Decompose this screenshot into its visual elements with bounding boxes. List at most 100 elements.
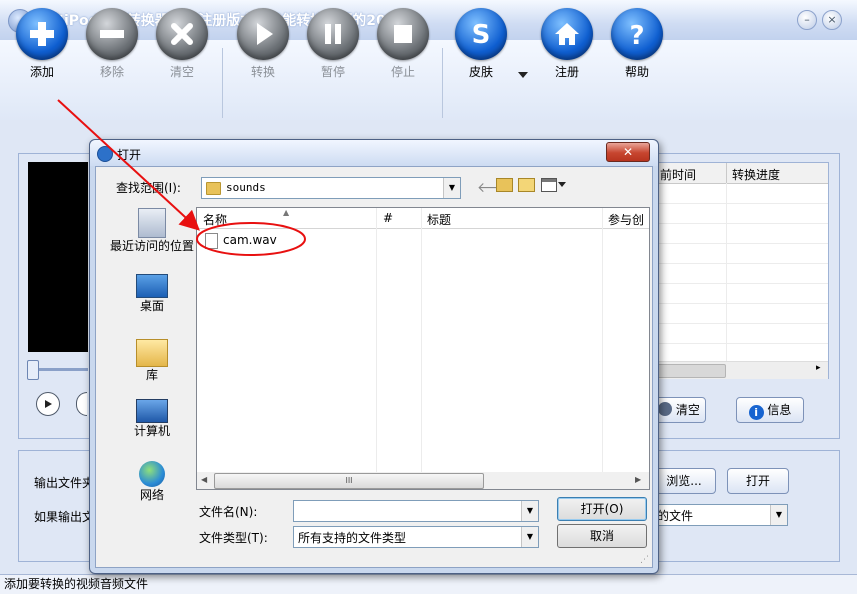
browse-button[interactable]: 浏览... bbox=[652, 468, 716, 494]
places-bar: 最近访问的位置 桌面 库 计算机 网络 bbox=[102, 199, 202, 502]
filetype-label: 文件类型(T): bbox=[199, 531, 268, 545]
close-window-button[interactable]: × bbox=[822, 10, 842, 30]
dropdown-arrow-icon[interactable]: ▼ bbox=[521, 527, 538, 547]
plus-icon bbox=[16, 8, 68, 60]
scroll-right-arrow-icon[interactable]: ▶ bbox=[635, 475, 641, 484]
skin-dropdown-arrow-icon[interactable] bbox=[518, 72, 528, 78]
dialog-title: 打开 bbox=[117, 148, 142, 162]
lookin-value: sounds bbox=[226, 181, 266, 194]
place-network-label: 网络 bbox=[139, 488, 164, 502]
row-divider bbox=[656, 283, 828, 284]
dialog-cancel-button[interactable]: 取消 bbox=[557, 524, 647, 548]
column-header-track[interactable]: # bbox=[383, 211, 393, 225]
dialog-close-button[interactable]: ✕ bbox=[606, 142, 650, 162]
column-header-progress[interactable]: 转换进度 bbox=[732, 166, 780, 183]
dropdown-arrow-icon[interactable]: ▼ bbox=[770, 505, 787, 525]
info-button[interactable]: i 信息 bbox=[736, 397, 804, 423]
scrollbar-thumb[interactable]: III bbox=[214, 473, 484, 489]
add-button[interactable]: 添加 bbox=[7, 8, 77, 80]
filename-input[interactable]: ▼ bbox=[293, 500, 539, 522]
file-exists-label: 如果输出文 bbox=[34, 510, 95, 524]
scrollbar-thumb[interactable] bbox=[656, 364, 726, 378]
row-divider bbox=[656, 243, 828, 244]
resize-grip-icon[interactable]: ⋰ bbox=[640, 555, 649, 565]
place-desktop-label: 桌面 bbox=[139, 299, 164, 313]
column-header-title[interactable]: 标题 bbox=[427, 211, 451, 228]
info-icon: i bbox=[748, 405, 764, 420]
view-dropdown-arrow-icon[interactable] bbox=[558, 182, 566, 187]
column-header-name[interactable]: 名称 bbox=[203, 211, 227, 228]
place-libraries[interactable]: 库 bbox=[102, 339, 202, 382]
row-divider bbox=[656, 303, 828, 304]
list-clear-label: 清空 bbox=[675, 403, 700, 417]
up-folder-icon[interactable] bbox=[496, 178, 513, 192]
column-divider bbox=[421, 208, 422, 472]
play-icon bbox=[45, 400, 52, 408]
file-queue-table[interactable]: 前时间 转换进度 ▸ bbox=[655, 162, 829, 379]
file-exists-select[interactable]: 的文件 ▼ bbox=[652, 504, 788, 526]
file-name: cam.wav bbox=[223, 233, 277, 247]
dropdown-arrow-icon[interactable]: ▼ bbox=[521, 501, 538, 521]
skin-s-icon: S bbox=[455, 8, 507, 60]
stop-button[interactable]: 停止 bbox=[368, 8, 438, 80]
dialog-open-button[interactable]: 打开(O) bbox=[557, 497, 647, 521]
dropdown-arrow-icon[interactable]: ▼ bbox=[443, 178, 460, 198]
clear-button[interactable]: 清空 bbox=[147, 8, 217, 80]
lookin-label: 查找范围(I): bbox=[116, 181, 181, 195]
register-button[interactable]: 注册 bbox=[532, 8, 602, 80]
clear-circle-icon bbox=[658, 402, 673, 416]
minimize-button[interactable]: – bbox=[797, 10, 817, 30]
skin-label: 皮肤 bbox=[468, 65, 493, 79]
horizontal-scrollbar[interactable]: ◀ III ▶ bbox=[197, 472, 649, 489]
pause-button[interactable]: 暂停 bbox=[298, 8, 368, 80]
folder-icon bbox=[206, 182, 221, 195]
preview-play-button[interactable] bbox=[36, 392, 60, 416]
column-header-time[interactable]: 前时间 bbox=[660, 166, 696, 183]
scroll-right-arrow-icon[interactable]: ▸ bbox=[816, 363, 821, 373]
row-divider bbox=[656, 343, 828, 344]
column-divider bbox=[726, 183, 727, 361]
add-label: 添加 bbox=[29, 65, 54, 79]
filetype-select[interactable]: 所有支持的文件类型 ▼ bbox=[293, 526, 539, 548]
register-label: 注册 bbox=[554, 65, 579, 79]
dialog-app-icon bbox=[97, 146, 113, 162]
place-desktop[interactable]: 桌面 bbox=[102, 274, 202, 313]
view-menu-icon[interactable] bbox=[541, 178, 557, 192]
place-recent-label: 最近访问的位置 bbox=[109, 239, 194, 253]
file-icon bbox=[205, 233, 218, 249]
pause-icon bbox=[307, 8, 359, 60]
minus-icon bbox=[86, 8, 138, 60]
status-bar: 添加要转换的视频音频文件 bbox=[0, 574, 857, 594]
lookin-select[interactable]: sounds ▼ bbox=[201, 177, 461, 199]
pause-label: 暂停 bbox=[320, 65, 345, 79]
help-label: 帮助 bbox=[624, 65, 649, 79]
list-clear-button[interactable]: 清空 bbox=[652, 397, 706, 423]
convert-button[interactable]: 转换 bbox=[228, 8, 298, 80]
table-header: 前时间 转换进度 bbox=[656, 163, 828, 184]
remove-button[interactable]: 移除 bbox=[77, 8, 147, 80]
horizontal-scrollbar[interactable]: ▸ bbox=[656, 361, 828, 379]
column-divider bbox=[726, 163, 727, 183]
new-folder-icon[interactable] bbox=[518, 178, 535, 192]
place-computer-label: 计算机 bbox=[133, 424, 170, 438]
open-output-button[interactable]: 打开 bbox=[727, 468, 789, 494]
place-recent[interactable]: 最近访问的位置 bbox=[102, 208, 202, 253]
sort-ascending-icon: ▲ bbox=[283, 208, 290, 217]
seek-slider-thumb[interactable] bbox=[27, 360, 39, 380]
libraries-icon bbox=[136, 339, 168, 367]
file-list[interactable]: 名称 ▲ # 标题 参与创 cam.wav ◀ III ▶ bbox=[196, 207, 650, 490]
x-icon bbox=[156, 8, 208, 60]
column-divider bbox=[602, 208, 603, 472]
row-divider bbox=[656, 323, 828, 324]
dialog-title-bar: 打开 ✕ bbox=[90, 140, 658, 166]
place-computer[interactable]: 计算机 bbox=[102, 399, 202, 438]
place-libraries-label: 库 bbox=[145, 368, 158, 382]
output-dir-label: 输出文件夹 bbox=[34, 476, 95, 490]
help-icon: ? bbox=[611, 8, 663, 60]
column-header-contributing[interactable]: 参与创 bbox=[608, 211, 644, 228]
help-button[interactable]: ? 帮助 bbox=[602, 8, 672, 80]
open-file-dialog: 打开 ✕ 查找范围(I): sounds ▼ 🡐 最近访问的位置 桌面 bbox=[89, 139, 659, 574]
scroll-left-arrow-icon[interactable]: ◀ bbox=[201, 475, 207, 484]
place-network[interactable]: 网络 bbox=[102, 461, 202, 502]
skin-button[interactable]: S 皮肤 bbox=[446, 8, 516, 80]
